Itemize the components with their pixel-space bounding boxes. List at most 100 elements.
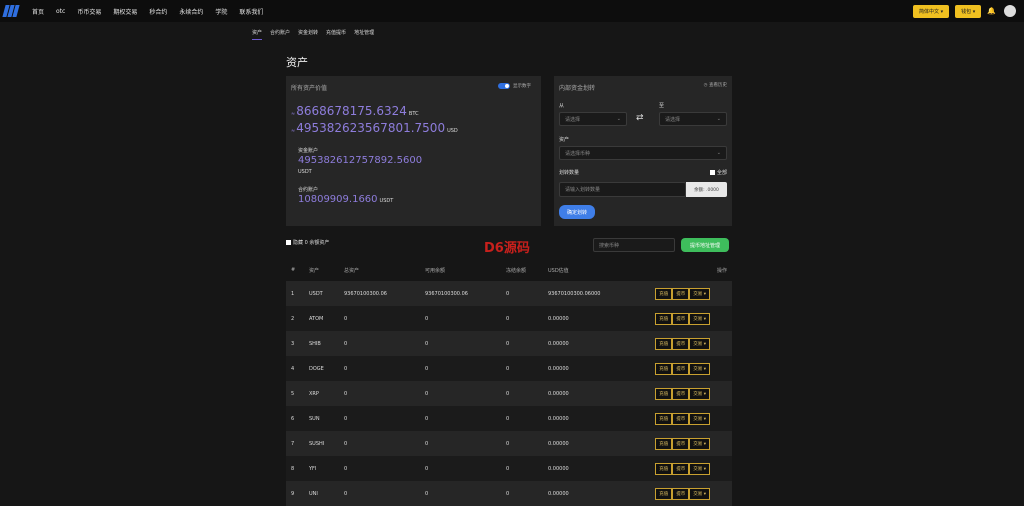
row-total: 0 [344, 440, 348, 447]
history-link[interactable]: ◷ 查看历史 [704, 82, 727, 88]
nav-item-spot[interactable]: 币币交易 [77, 7, 101, 16]
deposit-button[interactable]: 充值 [655, 387, 673, 400]
tab-deposit-withdraw[interactable]: 充值提币 [326, 29, 346, 40]
nav-item-otc[interactable]: otc [56, 8, 65, 15]
asset-select[interactable]: 请选择币种 ⌄ [559, 146, 727, 160]
withdraw-address-management-button[interactable]: 提币地址管理 [681, 238, 729, 252]
row-actions: 充值 提币 交易 ▾ [646, 287, 732, 300]
nav-item-contact[interactable]: 联系我们 [239, 7, 263, 16]
deposit-button[interactable]: 充值 [655, 312, 673, 325]
trade-dropdown-button[interactable]: 交易 ▾ [689, 312, 710, 325]
trade-dropdown-button[interactable]: 交易 ▾ [689, 362, 710, 375]
logo-icon[interactable] [2, 5, 20, 17]
trade-dropdown-button[interactable]: 交易 ▾ [689, 337, 710, 350]
deposit-button[interactable]: 充值 [655, 337, 673, 350]
deposit-button[interactable]: 充值 [655, 437, 673, 450]
withdraw-button[interactable]: 提币 [672, 362, 690, 375]
row-frozen: 0 [506, 340, 510, 347]
nav-item-second-contract[interactable]: 秒合约 [149, 7, 167, 16]
withdraw-button[interactable]: 提币 [672, 312, 690, 325]
row-total: 0 [344, 340, 348, 347]
swap-icon[interactable]: ⇄ [636, 113, 644, 123]
row-total: 0 [344, 390, 348, 397]
row-available: 0 [425, 415, 429, 422]
row-asset: UNI [309, 490, 318, 497]
row-index: 7 [291, 440, 295, 447]
table-row: 8 YFI 0 0 0 0.00000 充值 提币 交易 ▾ [286, 456, 732, 481]
row-total: 93670100300.06 [344, 290, 387, 297]
btc-value: 8668678175.6324 [296, 104, 407, 118]
nav-item-academy[interactable]: 学院 [215, 7, 227, 16]
row-frozen: 0 [506, 465, 510, 472]
deposit-button[interactable]: 充值 [655, 287, 673, 300]
clock-icon: ◷ [703, 83, 708, 88]
withdraw-button[interactable]: 提币 [672, 412, 690, 425]
header-actions: 操作 [716, 267, 727, 274]
search-coin-input[interactable]: 搜索币种 [593, 238, 675, 252]
row-frozen: 0 [506, 415, 510, 422]
chevron-down-icon: ⌄ [716, 150, 721, 156]
row-usd: 93670100300.06000 [548, 290, 601, 297]
row-available: 0 [425, 490, 429, 497]
row-usd: 0.00000 [548, 365, 569, 372]
row-available: 0 [425, 340, 429, 347]
trade-dropdown-button[interactable]: 交易 ▾ [689, 437, 710, 450]
withdraw-button[interactable]: 提币 [672, 337, 690, 350]
to-select[interactable]: 请选择 ⌄ [659, 112, 727, 126]
usd-unit: USD [447, 128, 458, 134]
from-label: 从 [559, 103, 565, 109]
row-asset: DOGE [309, 365, 324, 372]
deposit-button[interactable]: 充值 [655, 412, 673, 425]
all-checkbox-wrap[interactable]: 全部 [709, 169, 727, 176]
withdraw-button[interactable]: 提币 [672, 437, 690, 450]
deposit-button[interactable]: 充值 [655, 487, 673, 500]
avatar[interactable] [1004, 5, 1016, 17]
row-total: 0 [344, 315, 348, 322]
contract-account-label: 合约账户 [298, 187, 319, 193]
all-checkbox[interactable] [709, 170, 715, 175]
withdraw-button[interactable]: 提币 [672, 387, 690, 400]
usd-value: 495382623567801.7500 [296, 121, 446, 135]
language-dropdown[interactable]: 简体中文 ▾ [913, 4, 950, 18]
hide-zero-balance[interactable]: 隐藏 0 余额资产 [286, 239, 329, 246]
withdraw-button[interactable]: 提币 [672, 462, 690, 475]
amount-input[interactable]: 请输入划转数量 [559, 182, 686, 197]
row-frozen: 0 [506, 365, 510, 372]
bell-icon[interactable]: 🔔 [987, 7, 996, 15]
trade-dropdown-button[interactable]: 交易 ▾ [689, 487, 710, 500]
trade-dropdown-button[interactable]: 交易 ▾ [689, 387, 710, 400]
withdraw-button[interactable]: 提币 [672, 487, 690, 500]
row-available: 0 [425, 315, 429, 322]
hide-zero-checkbox[interactable] [286, 240, 291, 245]
deposit-button[interactable]: 充值 [655, 362, 673, 375]
row-usd: 0.00000 [548, 390, 569, 397]
row-index: 1 [291, 290, 295, 297]
tab-address-management[interactable]: 地址管理 [354, 29, 374, 40]
nav-item-perpetual[interactable]: 永续合约 [179, 7, 203, 16]
row-actions: 充值 提币 交易 ▾ [646, 462, 732, 475]
nav-item-home[interactable]: 首页 [32, 7, 44, 16]
trade-dropdown-button[interactable]: 交易 ▾ [689, 462, 710, 475]
tab-assets[interactable]: 资产 [252, 29, 263, 40]
nav-item-options[interactable]: 期权交易 [113, 7, 137, 16]
from-select[interactable]: 请选择 ⌄ [559, 112, 627, 126]
confirm-transfer-button[interactable]: 确定划转 [559, 205, 595, 219]
table-row: 9 UNI 0 0 0 0.00000 充值 提币 交易 ▾ [286, 481, 732, 506]
row-frozen: 0 [506, 390, 510, 397]
show-digits-toggle[interactable] [498, 83, 510, 89]
amount-label: 划转数量 [559, 170, 580, 176]
deposit-button[interactable]: 充值 [655, 462, 673, 475]
tab-contract-account[interactable]: 合约账户 [270, 29, 290, 40]
wallet-dropdown[interactable]: 钱包 ▾ [955, 4, 982, 18]
trade-dropdown-button[interactable]: 交易 ▾ [689, 412, 710, 425]
row-actions: 充值 提币 交易 ▾ [646, 312, 732, 325]
trade-dropdown-button[interactable]: 交易 ▾ [689, 287, 710, 300]
hide-zero-label: 隐藏 0 余额资产 [293, 240, 330, 246]
asset-select-value: 请选择币种 [565, 150, 591, 157]
tab-fund-transfer[interactable]: 资金划转 [298, 29, 318, 40]
confirm-transfer-label: 确定划转 [566, 209, 587, 216]
row-index: 6 [291, 415, 295, 422]
row-asset: USDT [309, 290, 323, 297]
sub-navigation: 资产 合约账户 资金划转 充值提币 地址管理 [252, 29, 382, 40]
withdraw-button[interactable]: 提币 [672, 287, 690, 300]
